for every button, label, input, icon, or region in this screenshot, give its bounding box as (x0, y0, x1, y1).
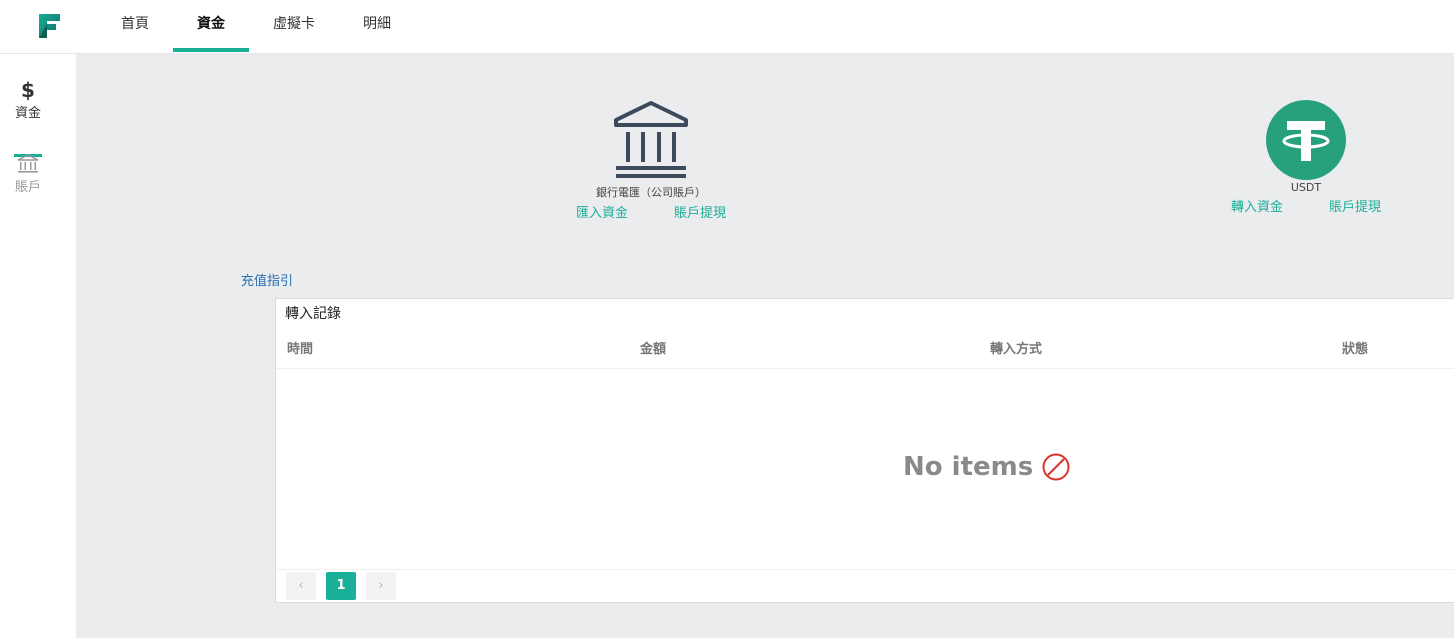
deposit-guide-link[interactable]: 充值指引 (241, 270, 293, 289)
sidebar-item-label: 資金 (14, 106, 41, 121)
brand-logo[interactable] (36, 12, 62, 40)
top-navbar: 首頁 資金 虛擬卡 明細 (0, 0, 1454, 54)
pagination-next-button[interactable]: › (366, 572, 396, 600)
usdt-deposit-link[interactable]: 轉入資金 (1231, 196, 1283, 215)
divider (276, 368, 1454, 369)
bank-icon (614, 101, 688, 178)
tab-home[interactable]: 首頁 (110, 0, 160, 52)
usdt-method-caption: USDT (1290, 181, 1322, 194)
column-header-amount: 金額 (640, 342, 667, 357)
column-header-method: 轉入方式 (990, 342, 1043, 357)
sidebar: $ 資金 賬戶 (0, 54, 76, 638)
bank-transfer-method: 銀行電匯（公司賬戶） 匯入資金 賬戶提現 (566, 100, 736, 221)
empty-state-text: No items (903, 452, 1034, 482)
dollar-icon: $ (21, 78, 35, 102)
tab-funds[interactable]: 資金 (173, 0, 249, 52)
column-header-time: 時間 (287, 342, 314, 357)
empty-state: No items (903, 452, 1071, 482)
bank-withdraw-link[interactable]: 賬戶提現 (674, 202, 726, 221)
bank-icon (17, 154, 39, 173)
main-content: 銀行電匯（公司賬戶） 匯入資金 賬戶提現 USDT 轉入資金 賬戶提現 充值指引… (76, 54, 1454, 638)
sidebar-item-label: 賬戶 (14, 180, 41, 195)
column-header-status: 狀態 (1342, 342, 1369, 357)
sidebar-item-account[interactable]: 賬戶 (0, 154, 56, 195)
pagination-prev-button[interactable]: ‹ (286, 572, 316, 600)
prohibited-icon (1042, 453, 1070, 481)
bank-deposit-link[interactable]: 匯入資金 (576, 202, 628, 221)
sidebar-item-funds[interactable]: $ 資金 (0, 78, 56, 158)
tab-details[interactable]: 明細 (352, 0, 402, 52)
bank-method-caption: 銀行電匯（公司賬戶） (596, 186, 706, 199)
usdt-method: USDT 轉入資金 賬戶提現 (1221, 100, 1391, 215)
transfer-records-panel: 轉入記錄 時間 金額 轉入方式 狀態 No items ‹ 1 › (275, 298, 1454, 603)
pagination-page-button[interactable]: 1 (326, 572, 356, 600)
tab-virtual-card[interactable]: 虛擬卡 (263, 0, 325, 52)
tether-icon (1266, 100, 1346, 180)
panel-title: 轉入記錄 (285, 306, 341, 322)
divider (276, 569, 1454, 570)
usdt-withdraw-link[interactable]: 賬戶提現 (1329, 196, 1381, 215)
